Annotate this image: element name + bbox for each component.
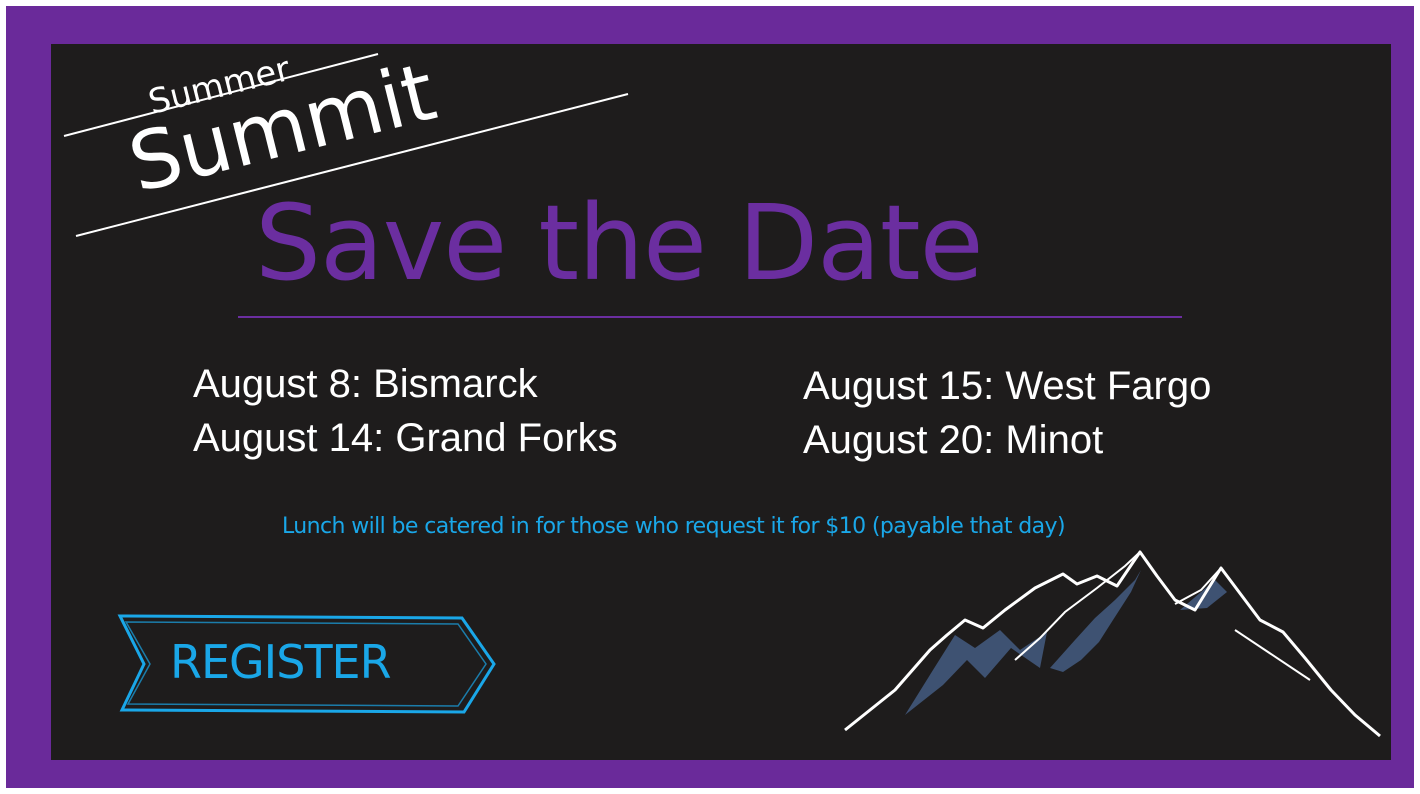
headline-underline: [238, 316, 1182, 318]
mountains-icon: [835, 540, 1390, 740]
date-item: August 15: West Fargo: [803, 364, 1212, 408]
date-item: August 14: Grand Forks: [193, 416, 618, 460]
date-item: August 20: Minot: [803, 418, 1104, 462]
save-the-date-headline: Save the Date: [255, 182, 984, 304]
date-item: August 8: Bismarck: [193, 362, 538, 406]
lunch-note: Lunch will be catered in for those who r…: [282, 514, 1066, 539]
dates-left-column: August 8: Bismarck August 14: Grand Fork…: [193, 357, 618, 465]
register-label: REGISTER: [170, 635, 392, 689]
register-button[interactable]: REGISTER: [114, 608, 504, 720]
dates-right-column: August 15: West Fargo August 20: Minot: [803, 359, 1211, 467]
